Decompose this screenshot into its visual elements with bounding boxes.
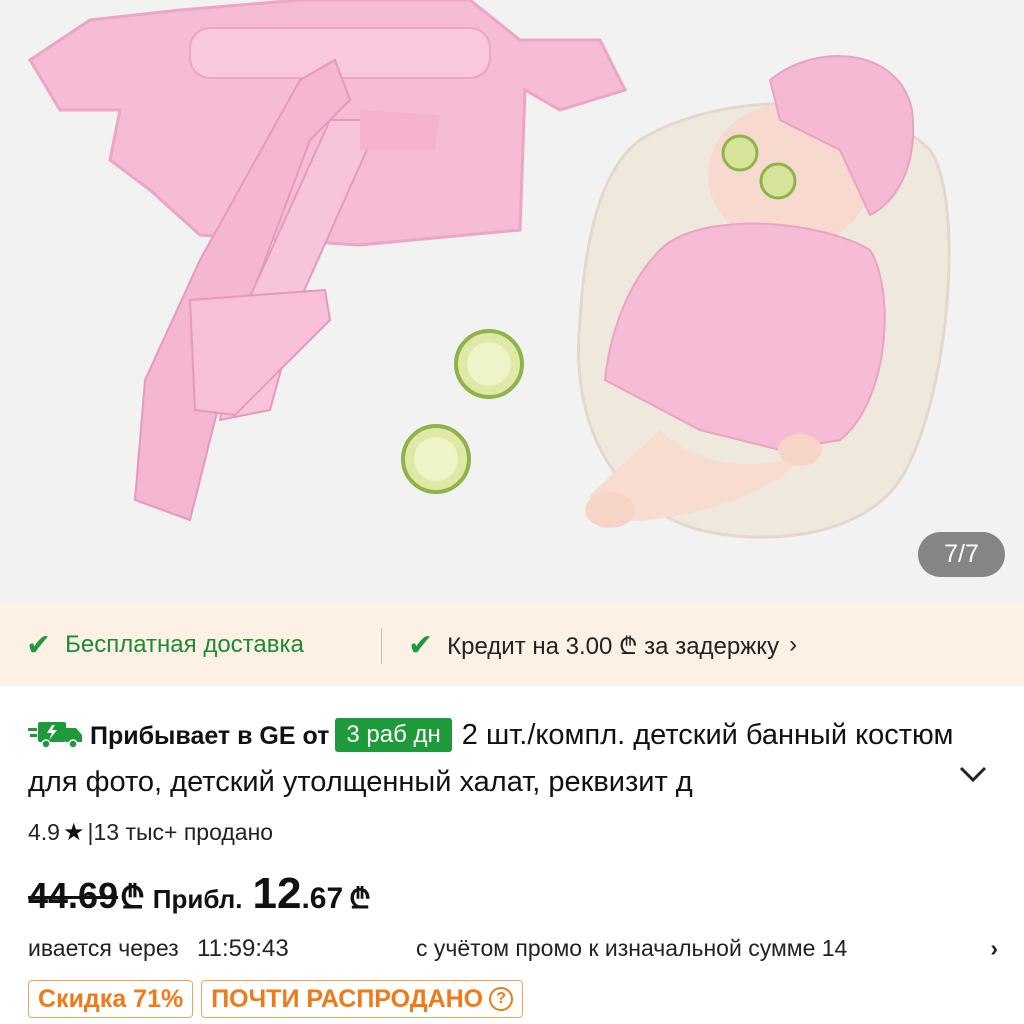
rating-row[interactable]: 4.9 ★ |13 тыс+ продано (28, 818, 273, 847)
sale-price-integer: 12 (252, 869, 302, 918)
baby-photo (577, 55, 951, 539)
almost-sold-out-label: ПОЧТИ РАСПРОДАНО (211, 985, 484, 1013)
arrival-prefix: Прибывает в GE от (90, 722, 330, 750)
cucumber-slices-image (401, 329, 524, 494)
pink-bathrobe-image (27, 0, 628, 522)
original-price: 44.69 (28, 875, 119, 916)
timer-label: ивается через (28, 935, 179, 961)
chevron-right-icon: › (789, 631, 798, 658)
sold-count: |13 тыс+ продано (87, 819, 274, 845)
product-title[interactable]: Прибывает в GE от 3 раб дн 2 шт./компл. де… (28, 712, 968, 805)
arrival-badge: 3 раб дн (335, 718, 452, 752)
free-shipping-benefit: ✔ Бесплатная доставка (26, 604, 304, 686)
countdown-timer: 11:59:43 (197, 935, 289, 962)
product-image-gallery[interactable]: 7/7 (0, 0, 1024, 604)
check-icon: ✔ (26, 628, 52, 662)
delay-credit-label: Кредит на 3.00 ₾ за задержку (447, 632, 780, 660)
approx-label: Прибл. (152, 884, 243, 914)
product-photo (27, 0, 951, 539)
discount-tag: Скидка 71% (28, 980, 194, 1018)
star-icon: ★ (62, 819, 85, 846)
almost-sold-out-tag[interactable]: ПОЧТИ РАСПРОДАНО ? (201, 980, 524, 1018)
delivery-truck-icon (28, 722, 82, 749)
rating-value: 4.9 (28, 819, 60, 845)
sale-price-currency: ₾ (349, 883, 371, 914)
image-counter: 7/7 (918, 532, 1005, 577)
promo-note: с учётом промо к изначальной сумме 14 (416, 935, 848, 961)
delay-credit-benefit[interactable]: ✔ Кредит на 3.00 ₾ за задержку › (408, 604, 797, 686)
chevron-right-icon: › (990, 935, 998, 961)
divider (381, 628, 382, 664)
price-row: 44.69 ₾ Прибл. 12 .67 ₾ (28, 869, 371, 919)
promo-timer-row[interactable]: ивается через 11:59:43 с учётом промо к … (28, 935, 998, 963)
check-icon: ✔ (408, 628, 434, 662)
chevron-down-icon[interactable] (955, 756, 991, 792)
tags-row: Скидка 71% ПОЧТИ РАСПРОДАНО ? (28, 980, 524, 1018)
sale-price-decimal: .67 (301, 882, 344, 915)
benefits-strip: ✔ Бесплатная доставка ✔ Кредит на 3.00 ₾… (0, 604, 1024, 686)
free-shipping-label: Бесплатная доставка (65, 631, 304, 658)
original-price-currency: ₾ (120, 879, 145, 915)
product-info: Прибывает в GE от 3 раб дн 2 шт./компл. де… (0, 686, 1024, 1024)
help-question-icon[interactable]: ? (489, 987, 514, 1011)
